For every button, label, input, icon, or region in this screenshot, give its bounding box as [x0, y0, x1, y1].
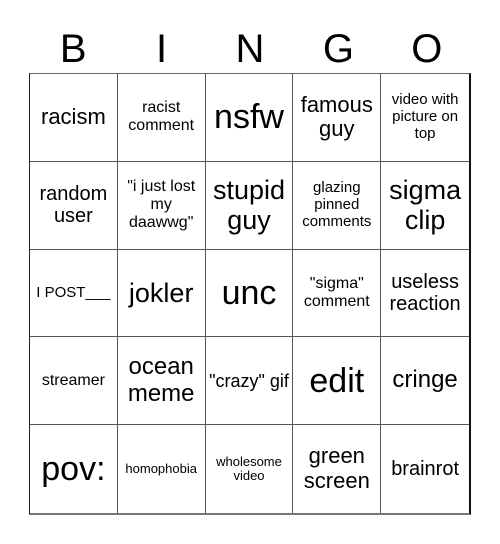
- header-letter-b: B: [59, 27, 87, 71]
- bingo-cell[interactable]: unc: [205, 249, 294, 338]
- bingo-cell[interactable]: green screen: [293, 425, 382, 513]
- bingo-cell[interactable]: streamer: [30, 337, 118, 426]
- bingo-cell[interactable]: sigma clip: [381, 162, 469, 250]
- bingo-cell[interactable]: homophobia: [118, 425, 206, 513]
- bingo-cell[interactable]: "sigma" comment: [293, 249, 382, 338]
- bingo-cell[interactable]: "crazy" gif: [205, 337, 294, 426]
- bingo-cell[interactable]: "i just lost my daawwg": [117, 161, 206, 250]
- bingo-cell[interactable]: ocean meme: [117, 337, 206, 426]
- bingo-cell[interactable]: brainrot: [381, 425, 469, 513]
- bingo-cell[interactable]: jokler: [117, 249, 206, 338]
- bingo-cell[interactable]: video with picture on top: [381, 74, 469, 162]
- bingo-cell[interactable]: stupid guy: [205, 161, 294, 250]
- bingo-cell[interactable]: racist comment: [117, 74, 206, 162]
- header-letter-g: G: [322, 27, 354, 71]
- bingo-cell[interactable]: nsfw: [205, 74, 294, 162]
- bingo-cell[interactable]: I POST___: [30, 249, 118, 338]
- header-letter-o: O: [411, 27, 443, 71]
- bingo-cell[interactable]: glazing pinned comments: [293, 161, 382, 250]
- bingo-cell[interactable]: wholesome video: [206, 425, 294, 513]
- bingo-cell[interactable]: cringe: [381, 337, 469, 426]
- bingo-cell[interactable]: random user: [30, 161, 118, 250]
- bingo-card: racism racist comment nsfw famous guy vi…: [29, 73, 471, 515]
- bingo-cell[interactable]: edit: [293, 337, 382, 426]
- bingo-cell[interactable]: famous guy: [293, 74, 382, 162]
- bingo-cell[interactable]: pov:: [30, 425, 118, 513]
- bingo-header: B I N G O: [29, 26, 471, 72]
- bingo-cell[interactable]: racism: [30, 74, 118, 162]
- header-letter-i: I: [156, 27, 168, 71]
- header-letter-n: N: [235, 27, 265, 71]
- bingo-cell[interactable]: useless reaction: [381, 250, 469, 338]
